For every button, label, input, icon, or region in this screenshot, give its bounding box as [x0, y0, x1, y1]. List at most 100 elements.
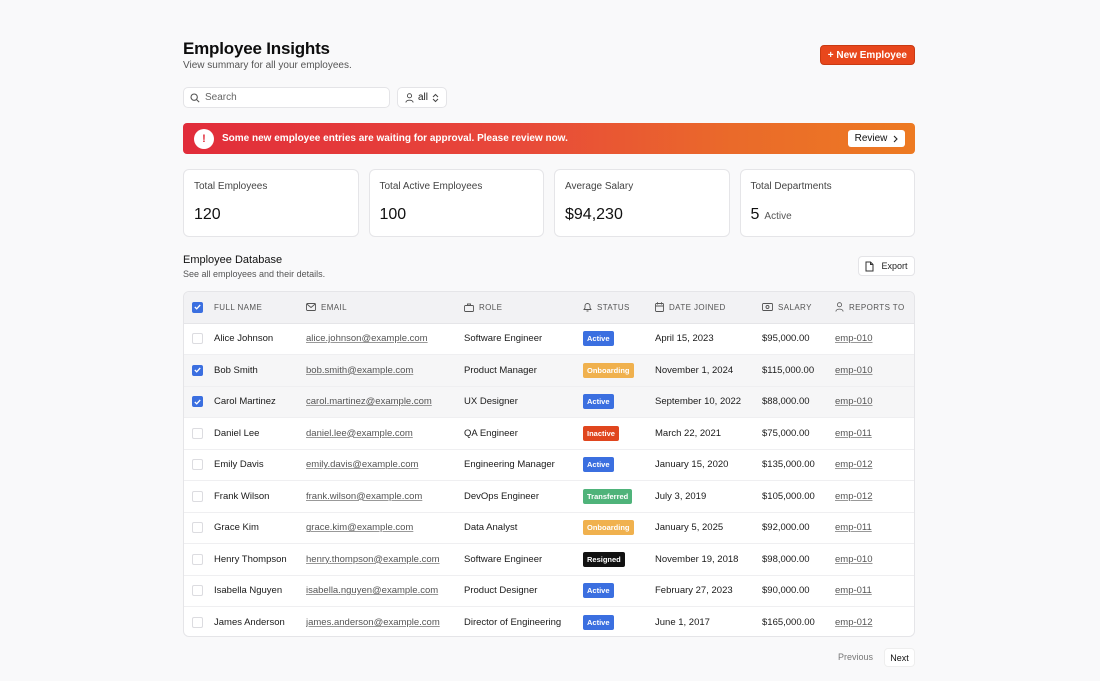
- email-link[interactable]: isabella.nguyen@example.com: [306, 585, 438, 596]
- row-checkbox[interactable]: [192, 585, 203, 597]
- row-checkbox[interactable]: [192, 617, 203, 628]
- column-header-salary[interactable]: SALARY: [762, 292, 835, 324]
- column-header-date-joined[interactable]: DATE JOINED: [655, 292, 762, 324]
- cell-status: Onboarding: [583, 355, 655, 387]
- table-row[interactable]: Henry Thompson henry.thompson@example.com…: [184, 544, 914, 576]
- search-icon: [190, 92, 200, 103]
- export-label: Export: [881, 261, 908, 271]
- cell-full-name: Daniel Lee: [214, 427, 260, 439]
- table-row[interactable]: Isabella Nguyen isabella.nguyen@example.c…: [184, 575, 914, 607]
- column-header-reports-to[interactable]: REPORTS TO: [835, 292, 914, 324]
- cell-date-joined: January 15, 2020: [655, 459, 729, 471]
- row-checkbox[interactable]: [192, 333, 203, 345]
- table-row[interactable]: James Anderson james.anderson@example.com…: [184, 607, 914, 637]
- row-checkbox[interactable]: [192, 553, 203, 565]
- cell-role: Product Designer: [464, 585, 538, 597]
- reports-to-link[interactable]: emp-012: [835, 491, 873, 502]
- table-header-row: FULL NAME EMAIL ROLE STATUS DATE JOINED: [184, 292, 914, 324]
- row-checkbox[interactable]: [192, 364, 203, 376]
- reports-to-link[interactable]: emp-011: [835, 585, 872, 596]
- cell-date-joined: July 3, 2019: [655, 490, 707, 502]
- next-page-button[interactable]: Next: [884, 648, 915, 667]
- chevron-up-down-icon: [432, 93, 439, 102]
- cell-status: Active: [583, 607, 655, 637]
- table-row[interactable]: Alice Johnson alice.johnson@example.com So…: [184, 323, 914, 355]
- cell-role: QA Engineer: [464, 427, 518, 439]
- email-link[interactable]: bob.smith@example.com: [306, 365, 413, 376]
- cell-status: Active: [583, 323, 655, 355]
- cell-salary: $75,000.00: [762, 427, 810, 439]
- column-header-email[interactable]: EMAIL: [306, 292, 464, 324]
- email-link[interactable]: daniel.lee@example.com: [306, 428, 413, 439]
- reports-to-link[interactable]: emp-010: [835, 396, 873, 407]
- table-row[interactable]: Grace Kim grace.kim@example.com Data Analy…: [184, 512, 914, 544]
- cell-date-joined: April 15, 2023: [655, 333, 714, 345]
- reports-to-link[interactable]: emp-012: [835, 459, 873, 470]
- cell-status: Resigned: [583, 544, 655, 576]
- table-body: Alice Johnson alice.johnson@example.com So…: [184, 323, 914, 637]
- column-header-status[interactable]: STATUS: [583, 292, 655, 324]
- email-link[interactable]: carol.martinez@example.com: [306, 396, 432, 407]
- cell-role: Software Engineer: [464, 333, 543, 345]
- check-icon: [194, 399, 201, 405]
- cell-salary: $105,000.00: [762, 490, 815, 502]
- row-select-cell: [184, 323, 214, 355]
- email-link[interactable]: frank.wilson@example.com: [306, 491, 422, 502]
- table-row[interactable]: Daniel Lee daniel.lee@example.com QA Engin…: [184, 418, 914, 450]
- cell-role: DevOps Engineer: [464, 490, 539, 502]
- table-row[interactable]: Bob Smith bob.smith@example.com Product Ma…: [184, 354, 914, 387]
- stat-card-total-employees: Total Employees 120: [183, 169, 359, 237]
- cell-full-name: James Anderson: [214, 617, 285, 628]
- cell-email: grace.kim@example.com: [306, 512, 464, 544]
- row-select-cell: [184, 386, 214, 418]
- status-badge: Active: [583, 457, 614, 473]
- filter-select[interactable]: all: [397, 87, 447, 108]
- new-employee-button[interactable]: + New Employee: [819, 45, 915, 65]
- select-all-checkbox[interactable]: [192, 301, 203, 313]
- row-select-cell: [184, 512, 214, 544]
- page-title: Employee Insights: [183, 39, 330, 58]
- table-row[interactable]: Carol Martinez carol.martinez@example.com…: [184, 386, 914, 418]
- review-button[interactable]: Review: [848, 130, 905, 147]
- check-icon: [194, 304, 201, 310]
- cell-email: alice.johnson@example.com: [306, 323, 464, 355]
- table-row[interactable]: Emily Davis emily.davis@example.com Engine…: [184, 449, 914, 481]
- previous-page-button[interactable]: Previous: [838, 652, 873, 662]
- stat-card-total-departments: Total Departments 5 Active: [739, 169, 915, 237]
- search-input[interactable]: [205, 92, 375, 103]
- row-checkbox[interactable]: [192, 459, 203, 471]
- cell-date-joined: January 5, 2025: [655, 522, 724, 534]
- search-box[interactable]: [183, 87, 390, 108]
- row-checkbox[interactable]: [192, 522, 203, 534]
- bell-icon: [583, 303, 592, 312]
- status-badge: Resigned: [583, 551, 625, 567]
- reports-to-link[interactable]: emp-010: [835, 554, 873, 565]
- email-link[interactable]: alice.johnson@example.com: [306, 333, 428, 344]
- cell-reports-to: emp-011: [835, 512, 914, 544]
- cell-reports-to: emp-011: [835, 575, 914, 607]
- reports-to-link[interactable]: emp-010: [835, 333, 873, 344]
- column-header-role[interactable]: ROLE: [464, 292, 583, 324]
- column-header-name[interactable]: FULL NAME: [214, 292, 306, 324]
- row-checkbox[interactable]: [192, 490, 203, 502]
- email-link[interactable]: emily.davis@example.com: [306, 459, 418, 470]
- email-link[interactable]: james.anderson@example.com: [306, 617, 440, 628]
- email-link[interactable]: henry.thompson@example.com: [306, 554, 440, 565]
- cell-status: Inactive: [583, 418, 655, 450]
- row-checkbox[interactable]: [192, 396, 203, 408]
- export-button[interactable]: Export: [858, 256, 915, 276]
- row-select-cell: [184, 575, 214, 607]
- cell-role: Product Manager: [464, 364, 537, 376]
- reports-to-link[interactable]: emp-011: [835, 522, 872, 533]
- email-link[interactable]: grace.kim@example.com: [306, 522, 413, 533]
- reports-to-link[interactable]: emp-012: [835, 617, 873, 628]
- calendar-icon: [655, 302, 664, 313]
- row-checkbox[interactable]: [192, 427, 203, 439]
- reports-to-link[interactable]: emp-011: [835, 428, 872, 439]
- reports-to-link[interactable]: emp-010: [835, 365, 873, 376]
- cell-full-name: Bob Smith: [214, 364, 258, 376]
- table-row[interactable]: Frank Wilson frank.wilson@example.com DevO…: [184, 481, 914, 512]
- cell-full-name: Alice Johnson: [214, 333, 274, 345]
- user-icon: [835, 302, 844, 312]
- stat-card-active-employees: Total Active Employees 100: [368, 169, 544, 237]
